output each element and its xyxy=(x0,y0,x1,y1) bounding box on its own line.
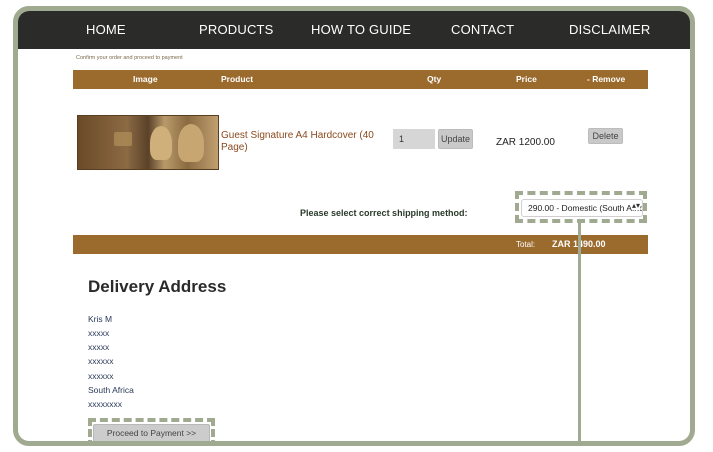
item-price: ZAR 1200.00 xyxy=(496,137,555,148)
shipping-selected-value: 290.00 - Domestic (South Africa) xyxy=(528,203,643,213)
cart-table-header: Image Product Qty Price - Remove xyxy=(73,70,648,89)
proceed-to-payment-button[interactable]: Proceed to Payment >> xyxy=(93,424,210,441)
nav-products[interactable]: PRODUCTS xyxy=(199,22,274,37)
address-line: xxxxxxxx xyxy=(88,399,122,409)
shipping-method-label: Please select correct shipping method: xyxy=(300,208,468,218)
annotation-pointer-line xyxy=(578,223,581,441)
delete-button[interactable]: Delete xyxy=(588,128,623,144)
address-line: xxxxx xyxy=(88,328,110,338)
quantity-input[interactable] xyxy=(393,129,435,149)
lion-photo-right xyxy=(178,124,204,162)
top-navigation: HOME PRODUCTS HOW TO GUIDE CONTACT DISCL… xyxy=(18,11,690,49)
delivery-address-title: Delivery Address xyxy=(88,277,227,296)
product-image xyxy=(77,115,219,170)
address-line: xxxxx xyxy=(88,342,110,352)
book-cover-seal xyxy=(114,132,132,146)
header-price: Price xyxy=(516,74,537,84)
header-qty: Qty xyxy=(427,74,442,84)
nav-how-to-guide[interactable]: HOW TO GUIDE xyxy=(311,22,411,37)
select-arrows-icon: ▴▾ xyxy=(631,201,640,210)
nav-disclaimer[interactable]: DISCLAIMER xyxy=(569,22,650,37)
header-product: Product xyxy=(221,74,254,84)
page-frame: HOME PRODUCTS HOW TO GUIDE CONTACT DISCL… xyxy=(13,6,695,446)
shipping-method-select[interactable]: 290.00 - Domestic (South Africa) ▴▾ xyxy=(521,199,643,217)
address-line: xxxxxx xyxy=(88,356,114,366)
header-image: Image xyxy=(133,74,158,84)
nav-home[interactable]: HOME xyxy=(86,22,126,37)
address-line: Kris M xyxy=(88,314,113,324)
total-label: Total: xyxy=(516,240,536,249)
nav-contact[interactable]: CONTACT xyxy=(451,22,514,37)
header-remove: - Remove xyxy=(587,74,626,84)
product-name-link[interactable]: Guest Signature A4 Hardcover (40 Page) xyxy=(221,130,381,154)
breadcrumb: Confirm your order and proceed to paymen… xyxy=(76,55,183,61)
lion-photo-left xyxy=(150,126,172,160)
total-bar: Total: ZAR 1490.00 xyxy=(73,235,648,254)
address-line: South Africa xyxy=(88,385,134,395)
update-button[interactable]: Update xyxy=(438,129,473,149)
address-line: xxxxxx xyxy=(88,371,114,381)
